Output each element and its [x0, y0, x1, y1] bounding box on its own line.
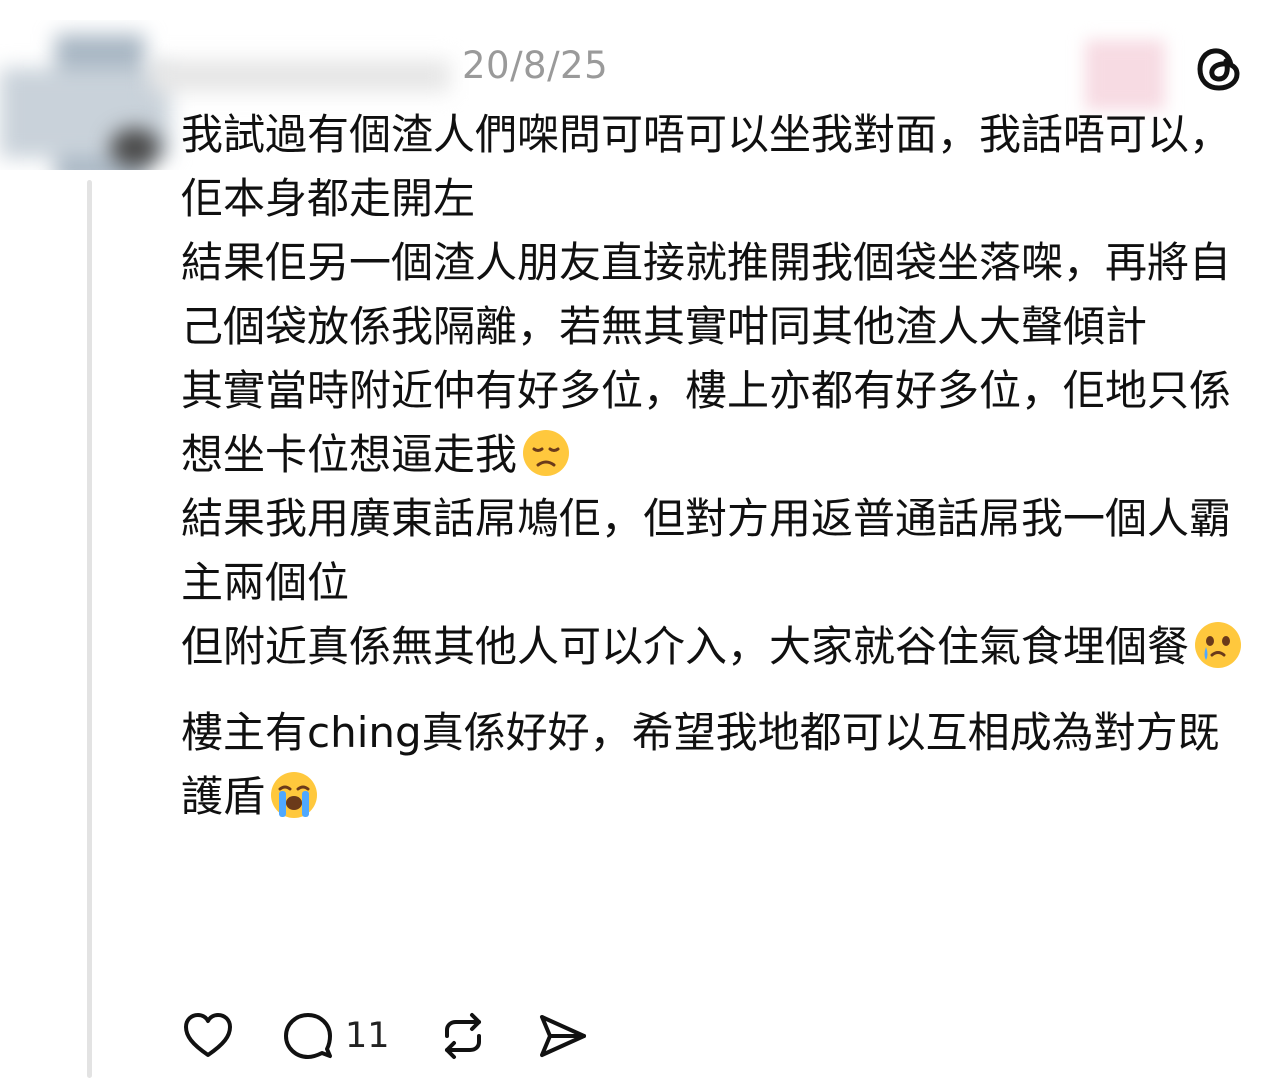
- post-paragraph: 樓主有ching真係好好，希望我地都可以互相成為對方既護盾: [181, 708, 1220, 821]
- post-paragraph: 結果我用廣東話屌鳩佢，但對方用返普通話屌我一個人霸主兩個位: [181, 494, 1232, 607]
- post-paragraph: 但附近真係無其他人可以介入，大家就谷住氣食埋個餐: [181, 615, 1246, 679]
- thread-line: [87, 180, 92, 1078]
- loudly-crying-face-icon: [271, 772, 318, 818]
- face-holding-back-tears-icon: [1195, 622, 1242, 668]
- repost-icon: [444, 1013, 481, 1059]
- disappointed-face-icon: [523, 430, 570, 476]
- repost-button[interactable]: [436, 1009, 490, 1063]
- blurred-badge: [1085, 40, 1165, 110]
- post-body: 我試過有個渣人們㗎問可唔可以坐我對面，我話唔可以，佢本身都走開左 結果佢另一個渣…: [181, 103, 1246, 829]
- post-timestamp: 20/8/25: [462, 44, 609, 87]
- post-paragraph: 其實當時附近仲有好多位，樓上亦都有好多位，佢地只係想坐卡位想逼走我: [181, 366, 1232, 479]
- post-paragraph: 我試過有個渣人們㗎問可唔可以坐我對面，我話唔可以，佢本身都走開左: [181, 110, 1232, 223]
- share-button[interactable]: [536, 1009, 590, 1063]
- post-paragraph: 結果佢另一個渣人朋友直接就推開我個袋坐落㗎，再將自己個袋放係我隔離，若無其實咁同…: [181, 238, 1232, 351]
- threads-logo-icon[interactable]: [1193, 43, 1245, 95]
- send-icon: [539, 1015, 586, 1057]
- post-actions: 11: [181, 1006, 636, 1066]
- reply-button[interactable]: 11: [281, 1009, 390, 1063]
- like-button[interactable]: [181, 1009, 235, 1063]
- reply-count: 11: [345, 1016, 390, 1056]
- heart-icon: [184, 1013, 232, 1057]
- comment-icon: [284, 1013, 332, 1059]
